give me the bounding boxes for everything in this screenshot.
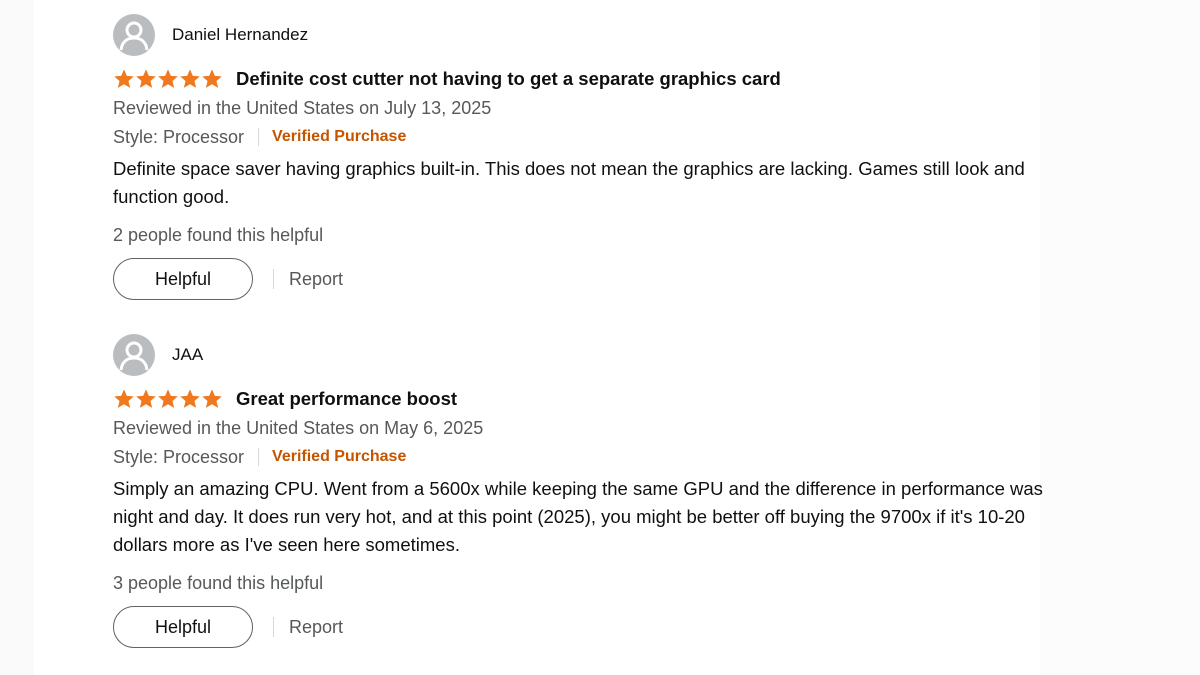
helpful-count: 2 people found this helpful: [113, 225, 324, 245]
action-divider: [273, 269, 274, 289]
action-divider: [273, 617, 274, 637]
meta-divider: [258, 448, 260, 466]
style-variant-link[interactable]: Style: Processor: [113, 127, 244, 148]
review-body: Definite space saver having graphics bui…: [113, 158, 1025, 207]
star-icon: [180, 389, 200, 408]
star-icon: [136, 389, 156, 408]
avatar: [113, 334, 155, 376]
report-link[interactable]: Report: [289, 269, 343, 290]
review-title[interactable]: Definite cost cutter not having to get a…: [236, 68, 781, 90]
author-name[interactable]: JAA: [172, 345, 203, 365]
page-gutter-right: [1040, 0, 1200, 675]
verified-purchase-badge: Verified Purchase: [272, 128, 407, 145]
star-rating[interactable]: [113, 388, 223, 410]
default-avatar-icon: [119, 21, 149, 51]
star-icon: [114, 69, 134, 88]
review-author-profile[interactable]: JAA: [113, 334, 1063, 376]
helpful-count: 3 people found this helpful: [113, 573, 324, 593]
default-avatar-icon: [119, 341, 149, 371]
star-icon: [136, 69, 156, 88]
meta-divider: [258, 128, 260, 146]
star-rating[interactable]: [113, 68, 223, 90]
star-icon: [158, 69, 178, 88]
star-icon: [158, 389, 178, 408]
review-card: JAA Great performance boost Reviewed in …: [113, 334, 1063, 648]
review-date: Reviewed in the United States on July 13…: [113, 98, 492, 118]
author-name[interactable]: Daniel Hernandez: [172, 25, 308, 45]
star-icon: [114, 389, 134, 408]
helpful-button[interactable]: Helpful: [113, 606, 253, 648]
verified-purchase-badge: Verified Purchase: [272, 448, 407, 465]
style-variant-link[interactable]: Style: Processor: [113, 447, 244, 468]
review-date: Reviewed in the United States on May 6, …: [113, 418, 484, 438]
page-gutter-left: [0, 0, 34, 675]
star-icon: [180, 69, 200, 88]
review-title[interactable]: Great performance boost: [236, 388, 457, 410]
helpful-button[interactable]: Helpful: [113, 258, 253, 300]
avatar: [113, 14, 155, 56]
review-card: Daniel Hernandez Definite cost cutter no…: [113, 14, 1063, 300]
review-body: Simply an amazing CPU. Went from a 5600x…: [113, 478, 1043, 555]
report-link[interactable]: Report: [289, 617, 343, 638]
star-icon: [202, 69, 222, 88]
star-icon: [202, 389, 222, 408]
review-author-profile[interactable]: Daniel Hernandez: [113, 14, 1063, 56]
